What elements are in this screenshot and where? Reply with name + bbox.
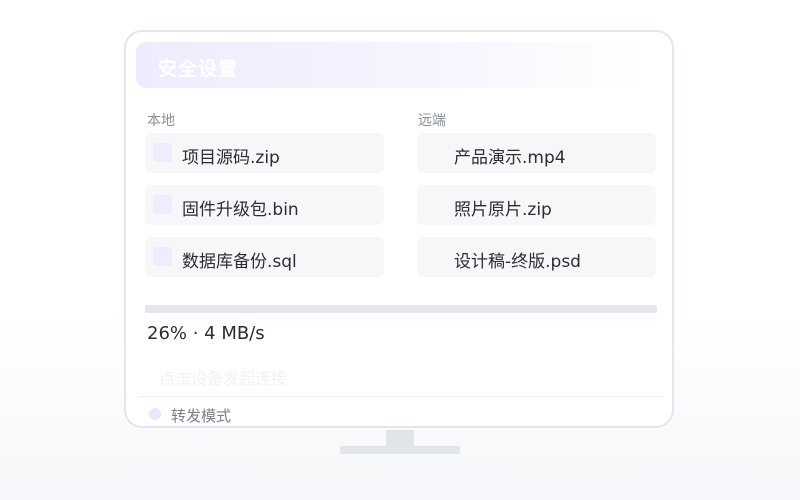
file-name: 固件升级包.bin — [182, 200, 299, 220]
file-name: 数据库备份.sql — [182, 252, 297, 272]
file-name: 照片原片.zip — [454, 200, 552, 220]
remote-column-label: 远端 — [418, 113, 446, 129]
connect-hint: 点击设备发起连接 — [159, 369, 288, 388]
local-file-item[interactable]: 固件升级包.bin — [145, 185, 384, 225]
file-name: 产品演示.mp4 — [454, 148, 566, 168]
local-column-label: 本地 — [147, 113, 175, 129]
mode-label: 转发模式 — [171, 407, 232, 425]
header-banner: 安全设置 — [136, 42, 648, 88]
file-name: 项目源码.zip — [182, 148, 280, 168]
local-file-item[interactable]: 项目源码.zip — [145, 133, 384, 173]
remote-file-item[interactable]: 设计稿-终版.psd — [417, 237, 656, 277]
transfer-progress-bar — [145, 305, 657, 313]
transfer-status: 26% · 4 MB/s — [147, 323, 265, 344]
footer-divider — [138, 396, 664, 397]
file-icon — [153, 247, 172, 266]
mode-toggle-dot[interactable] — [149, 408, 161, 420]
remote-file-item[interactable]: 产品演示.mp4 — [417, 133, 656, 173]
file-icon — [153, 143, 172, 162]
file-name: 设计稿-终版.psd — [454, 252, 581, 272]
transfer-progress-fill — [145, 305, 279, 313]
page-title: 安全设置 — [158, 58, 239, 80]
remote-file-item[interactable]: 照片原片.zip — [417, 185, 656, 225]
monitor-stand-neck — [386, 430, 414, 446]
monitor-stand-base — [340, 446, 460, 454]
monitor-screen: 安全设置 本地 远端 项目源码.zip 固件升级包.bin 数据库备份.sql … — [124, 30, 674, 428]
local-file-item[interactable]: 数据库备份.sql — [145, 237, 384, 277]
file-icon — [153, 195, 172, 214]
